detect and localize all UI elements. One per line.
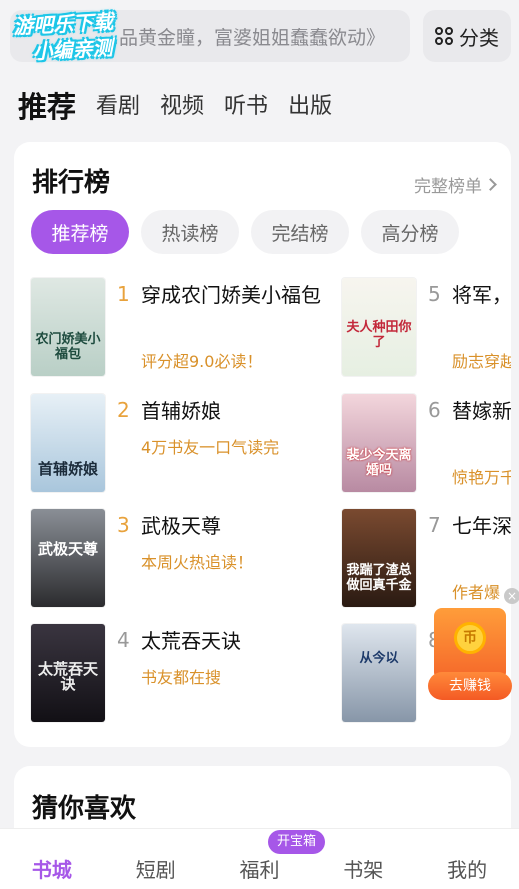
cover-text: 农门娇美小福包 (35, 332, 101, 362)
cover-text: 我踹了渣总做回真千金 (346, 563, 412, 593)
book-cover: 裴少今天离婚吗 (342, 394, 416, 492)
chevron-right-icon (484, 178, 497, 191)
nav-bookstore[interactable]: 书城 (0, 829, 104, 889)
coin-icon: 币 (454, 622, 486, 654)
channel-tabs: 推荐 看剧 视频 听书 出版 (18, 80, 332, 124)
rank-number: 1 (117, 282, 130, 306)
ranking-tabs: 推荐榜 热读榜 完结榜 高分榜 (31, 210, 459, 254)
book-tag: 惊艳万千 (452, 468, 511, 487)
book-title: 七年深情踹了渣 (452, 514, 511, 538)
book-title: 穿成农门娇美小福包 (141, 283, 321, 307)
top-bar: …品黄金瞳，富婆姐姐蠢蠢欲动》 游吧乐下载 小编亲测 分类 (0, 0, 519, 78)
book-cover: 夫人种田你了 (342, 278, 416, 376)
book-item[interactable]: 裴少今天离婚吗 6 替嫁新娘今天离 惊艳万千 (342, 394, 511, 494)
rank-number: 6 (428, 398, 441, 422)
tab-publish[interactable]: 出版 (288, 90, 332, 124)
book-tag: 作者爆 (452, 583, 501, 602)
tab-recommend[interactable]: 推荐 (18, 90, 76, 124)
book-tag: 励志穿越 (452, 352, 511, 371)
cover-text: 首辅娇娘 (37, 460, 98, 478)
book-tag: 4万书友一口气读完 (141, 438, 280, 457)
cover-text: 夫人种田你了 (346, 320, 412, 350)
earn-money-label: 去赚钱 (428, 672, 512, 700)
rank-number: 3 (117, 513, 130, 537)
nav-bookshelf[interactable]: 书架 (311, 829, 415, 889)
red-envelope-icon: 币 (434, 608, 506, 680)
book-title: 将军，田了 (452, 283, 511, 307)
book-cover: 从今以 (342, 624, 416, 722)
book-title: 替嫁新娘今天离 (452, 399, 511, 423)
rank-number: 7 (428, 513, 441, 537)
full-ranking-label: 完整榜单 (414, 177, 482, 197)
book-title: 首辅娇娘 (141, 399, 221, 423)
ranking-tab-high-score[interactable]: 高分榜 (361, 210, 459, 254)
book-tag: 本周火热追读！ (141, 553, 254, 572)
watermark-logo: 游吧乐下载 小编亲测 (13, 6, 156, 71)
book-tag: 评分超9.0必读！ (141, 352, 263, 371)
cover-text: 武极天尊 (37, 540, 98, 558)
close-icon[interactable]: × (504, 588, 519, 604)
book-item[interactable]: 首辅娇娘 2 首辅娇娘 4万书友一口气读完 (31, 394, 331, 494)
book-item[interactable]: 武极天尊 3 武极天尊 本周火热追读！ (31, 509, 331, 609)
ranking-tab-finished[interactable]: 完结榜 (251, 210, 349, 254)
rank-number: 2 (117, 398, 130, 422)
guess-you-like-title: 猜你喜欢 (32, 794, 137, 824)
tab-video[interactable]: 视频 (160, 90, 204, 124)
category-button[interactable]: 分类 (423, 10, 511, 62)
rank-number: 4 (117, 628, 130, 652)
book-item[interactable]: 我踹了渣总做回真千金 7 七年深情踹了渣 作者爆 (342, 509, 511, 609)
cover-text: 裴少今天离婚吗 (346, 448, 412, 478)
book-item[interactable]: 农门娇美小福包 1 穿成农门娇美小福包 评分超9.0必读！ (31, 278, 331, 378)
cover-text: 太荒吞天诀 (37, 660, 98, 693)
book-cover: 太荒吞天诀 (31, 624, 105, 722)
book-title: 武极天尊 (141, 514, 221, 538)
bottom-nav: 书城 短剧 福利 书架 我的 (0, 828, 519, 889)
grid-icon (435, 27, 453, 45)
book-cover: 武极天尊 (31, 509, 105, 607)
ranking-title: 排行榜 (32, 168, 111, 198)
nav-short-drama[interactable]: 短剧 (104, 829, 208, 889)
earn-money-widget[interactable]: 币 去赚钱 (428, 604, 512, 704)
rank-number: 5 (428, 282, 441, 306)
cover-text: 从今以 (359, 651, 399, 666)
tab-audiobook[interactable]: 听书 (224, 90, 268, 124)
treasure-badge[interactable]: 开宝箱 (268, 830, 326, 854)
book-cover: 首辅娇娘 (31, 394, 105, 492)
ranking-tab-recommend[interactable]: 推荐榜 (31, 210, 129, 254)
book-title: 太荒吞天诀 (141, 629, 241, 653)
book-tag: 书友都在搜 (141, 668, 222, 687)
tab-drama[interactable]: 看剧 (96, 90, 140, 124)
category-label: 分类 (459, 25, 499, 50)
full-ranking-link[interactable]: 完整榜单 (414, 172, 497, 197)
book-item[interactable]: 太荒吞天诀 4 太荒吞天诀 书友都在搜 (31, 624, 331, 724)
book-cover: 我踹了渣总做回真千金 (342, 509, 416, 607)
ranking-tab-hot[interactable]: 热读榜 (141, 210, 239, 254)
nav-profile[interactable]: 我的 (415, 829, 519, 889)
book-cover: 农门娇美小福包 (31, 278, 105, 376)
book-item[interactable]: 夫人种田你了 5 将军，田了 励志穿越 (342, 278, 511, 378)
